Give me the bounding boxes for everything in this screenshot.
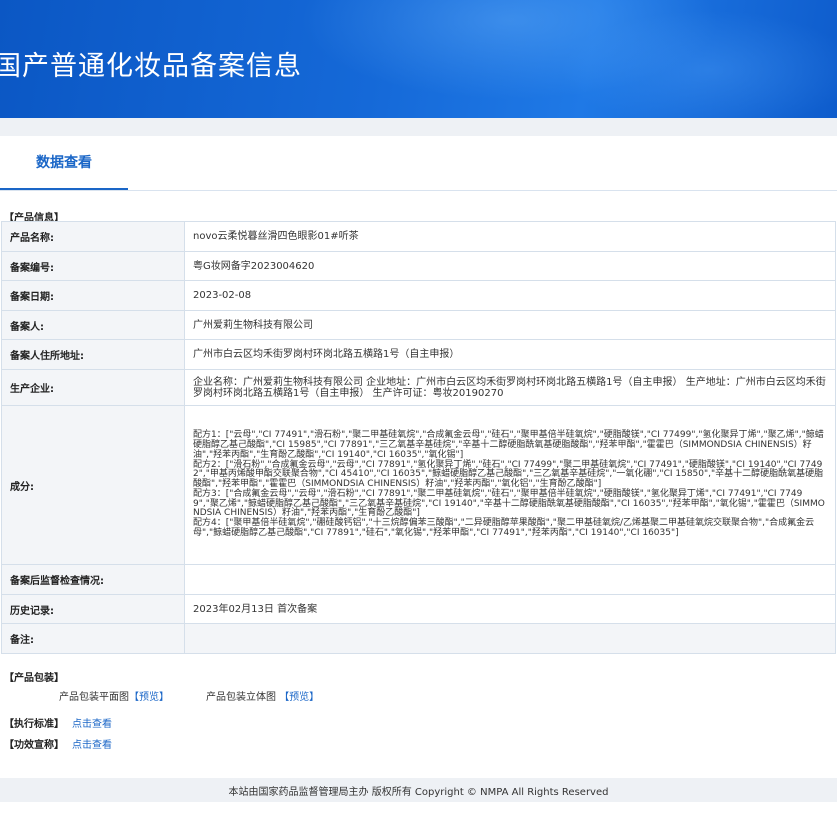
header-banner: 国产普通化妆品备案信息 bbox=[0, 0, 837, 118]
row-value: 2023-02-08 bbox=[184, 280, 836, 311]
table-row: 备案日期: 2023-02-08 bbox=[1, 280, 836, 311]
page-title: 国产普通化妆品备案信息 bbox=[0, 51, 302, 82]
formula-1: 配方1：["云母","CI 77491","滑石粉","聚二甲基硅氧烷","合成… bbox=[193, 430, 824, 460]
table-row: 备案后监督检查情况: bbox=[1, 564, 836, 595]
row-value: 广州爱莉生物科技有限公司 bbox=[184, 310, 836, 340]
tab-data-view[interactable]: 数据查看 bbox=[0, 136, 128, 190]
row-value bbox=[184, 623, 836, 654]
row-key: 产品名称: bbox=[1, 221, 185, 252]
table-row: 备注: bbox=[1, 623, 836, 654]
row-value: 2023年02月13日 首次备案 bbox=[184, 594, 836, 624]
row-key: 生产企业: bbox=[1, 369, 185, 406]
table-row: 历史记录: 2023年02月13日 首次备案 bbox=[1, 594, 836, 624]
row-key: 备案人: bbox=[1, 310, 185, 340]
formula-4: 配方4：["聚甲基倍半硅氧烷","硼硅酸钙铝","十三烷醇偏苯三酸酯","二异硬… bbox=[193, 518, 815, 539]
packaging-stereo-preview-link[interactable]: 【预览】 bbox=[279, 692, 319, 703]
standard-view-link[interactable]: 点击查看 bbox=[72, 719, 112, 730]
packaging-stereo: 产品包装立体图 【预览】 bbox=[206, 688, 319, 703]
row-key: 历史记录: bbox=[1, 594, 185, 624]
table-row: 备案编号: 粤G妆网备字2023004620 bbox=[1, 251, 836, 281]
packaging-flat-preview-link[interactable]: 【预览】 bbox=[129, 692, 169, 703]
row-key: 备案日期: bbox=[1, 280, 185, 311]
packaging-flat-label: 产品包装平面图 bbox=[59, 692, 129, 703]
formula-2: 配方2：["滑石粉","合成氟金云母","云母","CI 77891","氢化聚… bbox=[193, 459, 824, 490]
efficacy-label: 【功效宣称】 bbox=[4, 740, 64, 751]
row-value bbox=[184, 564, 836, 595]
table-row: 备案人住所地址: 广州市白云区均禾街罗岗村环岗北路五横路1号（自主申报） bbox=[1, 339, 836, 370]
efficacy-row: 【功效宣称】 点击查看 bbox=[4, 736, 112, 751]
row-value: 粤G妆网备字2023004620 bbox=[184, 251, 836, 281]
row-key: 备案人住所地址: bbox=[1, 339, 185, 370]
footer: 本站由国家药品监督管理局主办 版权所有 Copyright © NMPA All… bbox=[0, 778, 837, 802]
table-row: 备案人: 广州爱莉生物科技有限公司 bbox=[1, 310, 836, 340]
efficacy-view-link[interactable]: 点击查看 bbox=[72, 740, 112, 751]
product-info-table: 产品名称: novo云柔悦暮丝滑四色眼影01#听茶 备案编号: 粤G妆网备字20… bbox=[1, 221, 836, 654]
formula-3: 配方3：["合成氟金云母","云母","滑石粉","CI 77891","聚二甲… bbox=[193, 488, 825, 519]
standard-row: 【执行标准】 点击查看 bbox=[4, 715, 112, 730]
table-row: 生产企业: 企业名称：广州爱莉生物科技有限公司 企业地址：广州市白云区均禾街罗岗… bbox=[1, 369, 836, 406]
row-value: 广州市白云区均禾街罗岗村环岗北路五横路1号（自主申报） bbox=[184, 339, 836, 370]
packaging-label: 【产品包装】 bbox=[4, 673, 64, 684]
table-row: 成分: 配方1：["云母","CI 77491","滑石粉","聚二甲基硅氧烷"… bbox=[1, 405, 836, 565]
header-spacer bbox=[0, 118, 837, 136]
row-key: 成分: bbox=[1, 405, 185, 565]
packaging-stereo-label: 产品包装立体图 bbox=[206, 692, 276, 703]
tab-bar: 数据查看 bbox=[0, 136, 837, 191]
row-value: novo云柔悦暮丝滑四色眼影01#听茶 bbox=[184, 221, 836, 252]
footer-text: 本站由国家药品监督管理局主办 版权所有 Copyright © NMPA All… bbox=[228, 786, 609, 798]
row-key: 备案后监督检查情况: bbox=[1, 564, 185, 595]
table-row: 产品名称: novo云柔悦暮丝滑四色眼影01#听茶 bbox=[1, 221, 836, 252]
row-key: 备案编号: bbox=[1, 251, 185, 281]
ingredients-value: 配方1：["云母","CI 77491","滑石粉","聚二甲基硅氧烷","合成… bbox=[184, 405, 836, 565]
packaging-flat: 产品包装平面图【预览】 bbox=[59, 688, 169, 703]
row-key: 备注: bbox=[1, 623, 185, 654]
row-value: 企业名称：广州爱莉生物科技有限公司 企业地址：广州市白云区均禾街罗岗村环岗北路五… bbox=[184, 369, 836, 406]
standard-label: 【执行标准】 bbox=[4, 719, 64, 730]
